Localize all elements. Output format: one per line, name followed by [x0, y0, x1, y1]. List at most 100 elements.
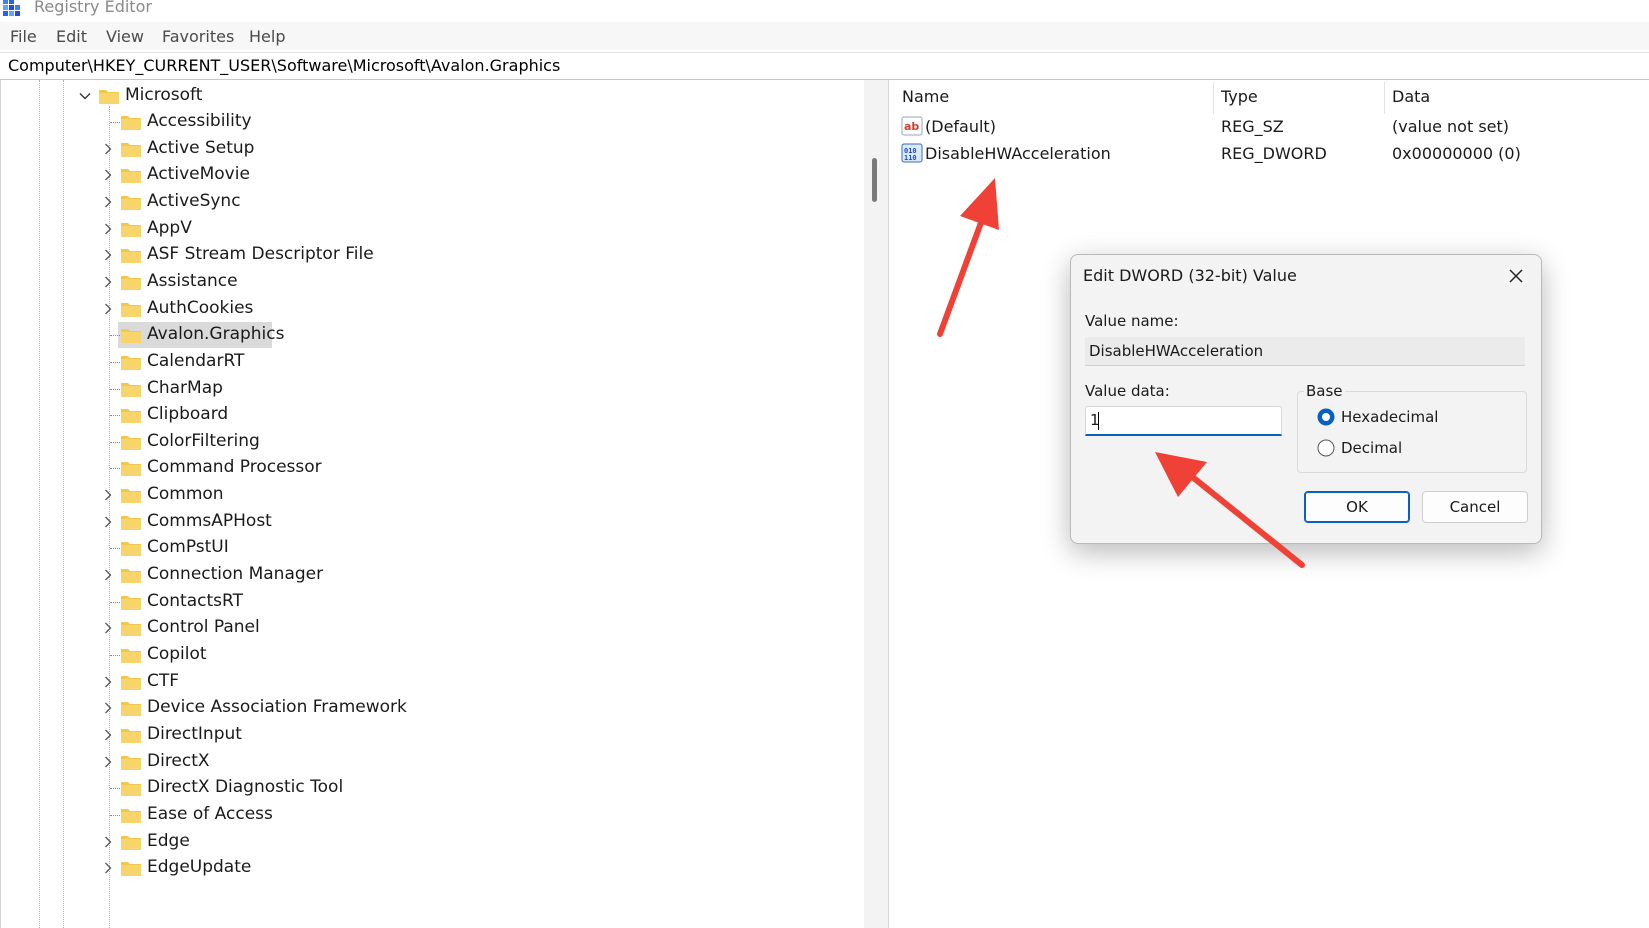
folder-icon: [121, 675, 141, 690]
tree-item-label: Avalon.Graphics: [147, 324, 285, 345]
tree-item-label: DirectX: [147, 750, 210, 771]
tree-item-ctf[interactable]: CTF: [1, 669, 861, 695]
tree-scrollbar-thumb[interactable]: [872, 158, 877, 202]
tree-item-connection-manager[interactable]: Connection Manager: [1, 562, 861, 588]
tree-item-commsaphost[interactable]: CommsAPHost: [1, 509, 861, 535]
tree-item-activesync[interactable]: ActiveSync: [1, 189, 861, 215]
tree-item-label: ContactsRT: [147, 590, 243, 611]
folder-icon: [99, 90, 119, 104]
folder-icon: [121, 329, 141, 344]
chevron-right-icon[interactable]: [101, 568, 115, 582]
cancel-button[interactable]: Cancel: [1422, 491, 1528, 523]
column-separator[interactable]: [1213, 82, 1214, 114]
menu-edit[interactable]: Edit: [56, 27, 87, 46]
tree-item-label: ActiveMovie: [147, 164, 250, 185]
tree-item-edgeupdate[interactable]: EdgeUpdate: [1, 855, 861, 881]
tree-connector: [110, 335, 120, 337]
tree-item-edge[interactable]: Edge: [1, 829, 861, 855]
chevron-right-icon[interactable]: [101, 755, 115, 769]
tree-item-directx-diagnostic-tool[interactable]: DirectX Diagnostic Tool: [1, 775, 861, 801]
column-header-name[interactable]: Name: [902, 87, 949, 106]
tree-item-authcookies[interactable]: AuthCookies: [1, 296, 861, 322]
address-bar[interactable]: Computer\HKEY_CURRENT_USER\Software\Micr…: [0, 52, 1649, 80]
base-label: Base: [1304, 382, 1345, 400]
chevron-right-icon[interactable]: [101, 142, 115, 156]
tree-item-appv[interactable]: AppV: [1, 216, 861, 242]
chevron-right-icon[interactable]: [101, 222, 115, 236]
tree-item-charmap[interactable]: CharMap: [1, 376, 861, 402]
menu-favorites[interactable]: Favorites: [162, 27, 234, 46]
binary-value-icon: 010 110: [901, 143, 923, 163]
tree-item-label: CharMap: [147, 377, 223, 398]
folder-icon: [121, 222, 141, 237]
ok-button[interactable]: OK: [1304, 491, 1410, 523]
tree-item-device-association-framework[interactable]: Device Association Framework: [1, 695, 861, 721]
tree-item-contactsrt[interactable]: ContactsRT: [1, 589, 861, 615]
column-separator[interactable]: [1384, 82, 1385, 114]
chevron-right-icon[interactable]: [101, 701, 115, 715]
tree-connector: [110, 548, 120, 550]
dialog-title: Edit DWORD (32-bit) Value: [1083, 266, 1297, 285]
menu-file[interactable]: File: [10, 27, 37, 46]
chevron-right-icon[interactable]: [101, 728, 115, 742]
menu-help[interactable]: Help: [249, 27, 285, 46]
tree-item-microsoft[interactable]: Microsoft: [1, 83, 861, 109]
tree-item-colorfiltering[interactable]: ColorFiltering: [1, 429, 861, 455]
tree-item-command-processor[interactable]: Command Processor: [1, 455, 861, 481]
chevron-right-icon[interactable]: [101, 861, 115, 875]
list-row[interactable]: 010 110 DisableHWAcceleration REG_DWORD …: [896, 141, 1649, 167]
value-name-field: DisableHWAcceleration: [1085, 337, 1525, 366]
registry-tree[interactable]: Microsoft Accessibility Active Setup Activ…: [0, 80, 889, 928]
tree-item-accessibility[interactable]: Accessibility: [1, 109, 861, 135]
tree-item-active-setup[interactable]: Active Setup: [1, 136, 861, 162]
value-name: (Default): [925, 117, 996, 136]
column-header-data[interactable]: Data: [1392, 87, 1430, 106]
chevron-right-icon[interactable]: [101, 621, 115, 635]
column-header-type[interactable]: Type: [1221, 87, 1258, 106]
folder-icon: [121, 195, 141, 210]
list-row[interactable]: ab (Default) REG_SZ (value not set): [896, 114, 1649, 140]
address-path[interactable]: Computer\HKEY_CURRENT_USER\Software\Micr…: [8, 56, 560, 75]
tree-item-clipboard[interactable]: Clipboard: [1, 402, 861, 428]
tree-item-assistance[interactable]: Assistance: [1, 269, 861, 295]
chevron-right-icon[interactable]: [101, 168, 115, 182]
tree-item-avalon-graphics[interactable]: Avalon.Graphics: [1, 322, 861, 349]
tree-item-compstui[interactable]: ComPstUI: [1, 535, 861, 561]
tree-item-common[interactable]: Common: [1, 482, 861, 508]
chevron-right-icon[interactable]: [101, 195, 115, 209]
folder-icon: [121, 862, 141, 877]
tree-item-label: EdgeUpdate: [147, 857, 252, 878]
tree-item-ease-of-access[interactable]: Ease of Access: [1, 802, 861, 828]
tree-item-copilot[interactable]: Copilot: [1, 642, 861, 668]
chevron-right-icon[interactable]: [101, 302, 115, 316]
tree-item-directinput[interactable]: DirectInput: [1, 722, 861, 748]
tree-item-label: DirectX Diagnostic Tool: [147, 777, 344, 798]
radio-selected-icon[interactable]: [1317, 408, 1335, 426]
folder-icon: [121, 169, 141, 184]
svg-text:110: 110: [904, 154, 917, 162]
menu-view[interactable]: View: [106, 27, 144, 46]
radio-hexadecimal[interactable]: Hexadecimal: [1317, 407, 1497, 429]
value-data-input[interactable]: 1: [1085, 406, 1282, 436]
folder-icon: [121, 142, 141, 157]
chevron-right-icon[interactable]: [101, 515, 115, 529]
tree-scrollbar[interactable]: [864, 80, 888, 928]
tree-item-asf-stream-descriptor-file[interactable]: ASF Stream Descriptor File: [1, 242, 861, 268]
chevron-right-icon[interactable]: [101, 675, 115, 689]
chevron-right-icon[interactable]: [101, 488, 115, 502]
text-caret: [1098, 412, 1099, 430]
tree-item-directx[interactable]: DirectX: [1, 749, 861, 775]
radio-unselected-icon[interactable]: [1317, 439, 1335, 457]
chevron-right-icon[interactable]: [101, 835, 115, 849]
chevron-right-icon[interactable]: [101, 248, 115, 262]
folder-icon: [121, 275, 141, 290]
chevron-right-icon[interactable]: [101, 275, 115, 289]
tree-item-calendarrt[interactable]: CalendarRT: [1, 349, 861, 375]
value-type: REG_SZ: [1221, 117, 1284, 136]
radio-decimal[interactable]: Decimal: [1317, 438, 1497, 460]
tree-item-activemovie[interactable]: ActiveMovie: [1, 162, 861, 188]
chevron-down-icon[interactable]: [78, 89, 92, 103]
close-icon[interactable]: [1498, 261, 1534, 291]
tree-item-control-panel[interactable]: Control Panel: [1, 615, 861, 641]
tree-item-label: AuthCookies: [147, 297, 254, 318]
